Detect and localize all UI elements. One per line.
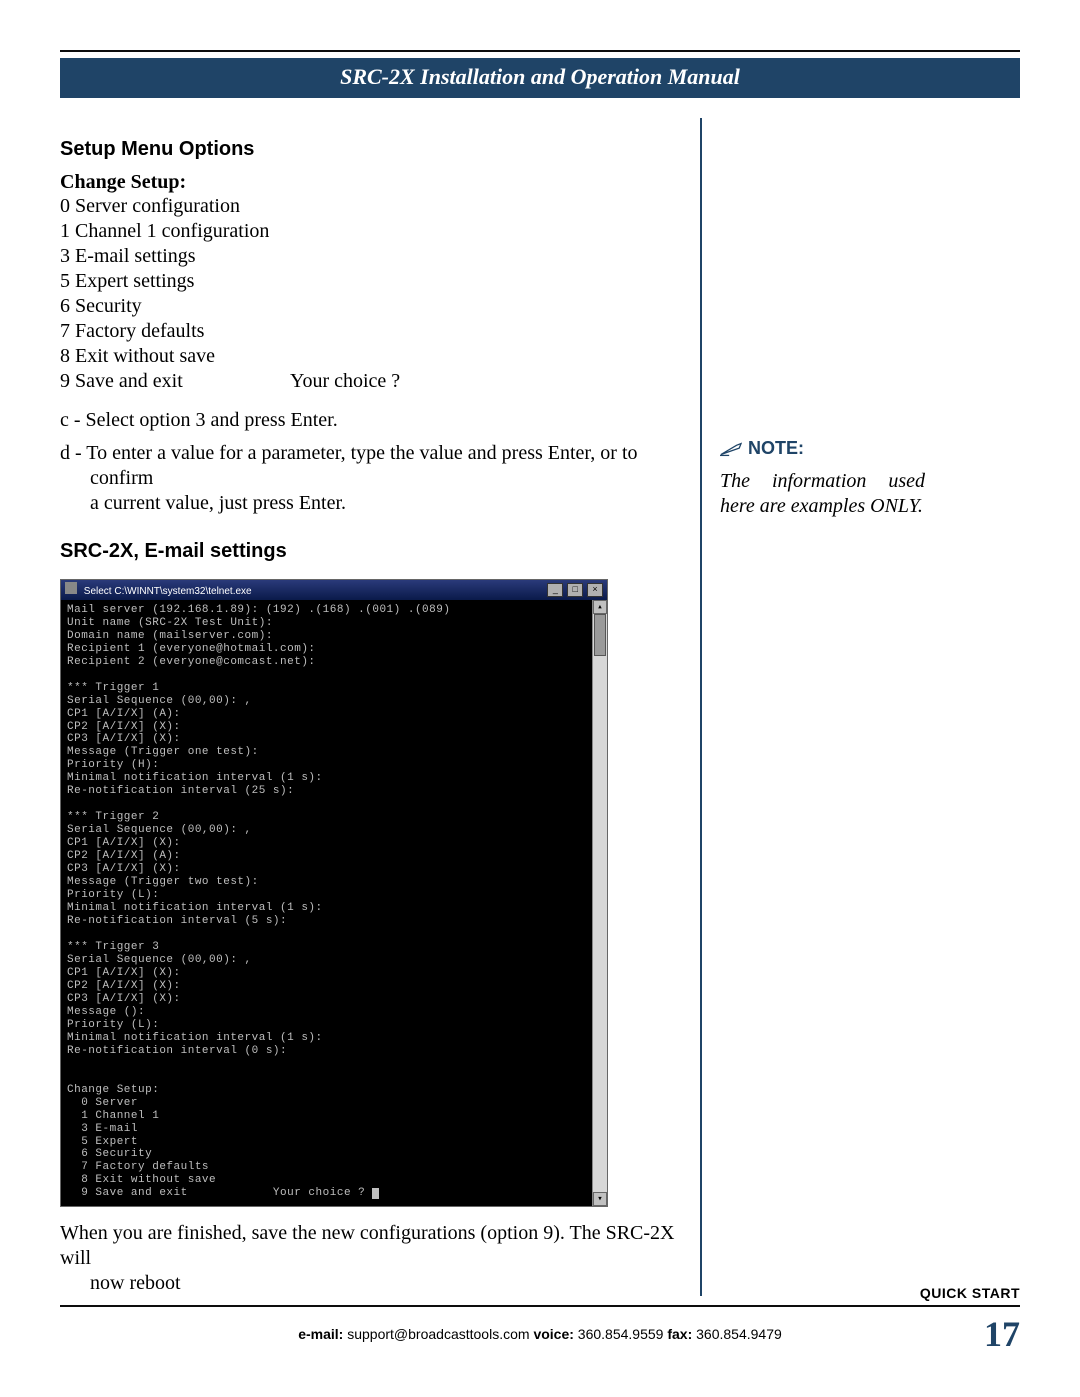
menu-item: 8 Exit without save xyxy=(60,344,680,369)
terminal-window: Select C:\WINNT\system32\telnet.exe _ □ … xyxy=(60,579,608,1207)
scroll-thumb[interactable] xyxy=(594,614,606,656)
pen-icon xyxy=(720,441,742,457)
change-setup-label: Change Setup: xyxy=(60,171,680,194)
instruction-d-line2: a current value, just press Enter. xyxy=(60,491,680,516)
terminal-title-text: Select C:\WINNT\system32\telnet.exe xyxy=(84,586,252,597)
sidebar-column: NOTE: The information used here are exam… xyxy=(700,118,1020,1296)
menu-item: 0 Server configuration xyxy=(60,194,680,219)
terminal-output: Mail server (192.168.1.89): (192) .(168)… xyxy=(61,600,592,1207)
scroll-down-icon[interactable]: ▾ xyxy=(593,1192,607,1206)
footer-voice-value: 360.854.9559 xyxy=(574,1326,667,1342)
terminal-cursor xyxy=(372,1188,379,1199)
instruction-d-line1: d - To enter a value for a parameter, ty… xyxy=(60,441,680,491)
footer-email-label: e-mail: xyxy=(298,1326,343,1342)
terminal-app-icon xyxy=(65,582,77,594)
maximize-icon[interactable]: □ xyxy=(567,583,583,597)
footer-fax-label: fax: xyxy=(667,1326,692,1342)
note-label: NOTE: xyxy=(720,438,1020,459)
change-setup-list: 0 Server configuration 1 Channel 1 confi… xyxy=(60,194,680,394)
terminal-titlebar: Select C:\WINNT\system32\telnet.exe _ □ … xyxy=(61,580,607,600)
menu-item: 5 Expert settings xyxy=(60,269,680,294)
setup-menu-heading: Setup Menu Options xyxy=(60,138,680,161)
menu-last-left: 9 Save and exit xyxy=(60,369,290,394)
note-block: NOTE: The information used here are exam… xyxy=(720,438,1020,519)
footer-contact: e-mail: support@broadcasttools.com voice… xyxy=(120,1326,960,1342)
terminal-scrollbar[interactable]: ▴ ▾ xyxy=(592,600,607,1207)
content-area: Setup Menu Options Change Setup: 0 Serve… xyxy=(60,118,1020,1296)
top-rule xyxy=(60,50,1020,52)
menu-item: 1 Channel 1 configuration xyxy=(60,219,680,244)
menu-item: 6 Security xyxy=(60,294,680,319)
menu-last-right: Your choice ? xyxy=(290,369,400,394)
header-bar: SRC-2X Installation and Operation Manual xyxy=(60,58,1020,98)
menu-item: 3 E-mail settings xyxy=(60,244,680,269)
footer-fax-value: 360.854.9479 xyxy=(692,1326,782,1342)
email-settings-heading: SRC-2X, E-mail settings xyxy=(60,540,680,563)
footer-email-value: support@broadcasttools.com xyxy=(343,1326,533,1342)
terminal-body: Mail server (192.168.1.89): (192) .(168)… xyxy=(61,600,607,1207)
close-icon[interactable]: × xyxy=(587,583,603,597)
after-line1: When you are finished, save the new conf… xyxy=(60,1221,680,1271)
footer: QUICK START e-mail: support@broadcasttoo… xyxy=(60,1285,1020,1355)
menu-last-row: 9 Save and exit Your choice ? xyxy=(60,369,680,394)
scroll-up-icon[interactable]: ▴ xyxy=(593,600,607,614)
footer-line: e-mail: support@broadcasttools.com voice… xyxy=(60,1313,1020,1355)
terminal-window-buttons: _ □ × xyxy=(546,583,603,597)
footer-rule xyxy=(60,1305,1020,1307)
note-label-text: NOTE: xyxy=(748,438,804,459)
terminal-title-left: Select C:\WINNT\system32\telnet.exe xyxy=(65,582,252,598)
menu-item: 7 Factory defaults xyxy=(60,319,680,344)
minimize-icon[interactable]: _ xyxy=(547,583,563,597)
quick-start-label: QUICK START xyxy=(60,1285,1020,1301)
instruction-c: c - Select option 3 and press Enter. xyxy=(60,408,680,433)
footer-voice-label: voice: xyxy=(533,1326,573,1342)
terminal-text: Mail server (192.168.1.89): (192) .(168)… xyxy=(67,604,450,1200)
main-column: Setup Menu Options Change Setup: 0 Serve… xyxy=(60,118,680,1296)
note-body: The information used here are examples O… xyxy=(720,469,925,519)
page-number: 17 xyxy=(960,1313,1020,1355)
